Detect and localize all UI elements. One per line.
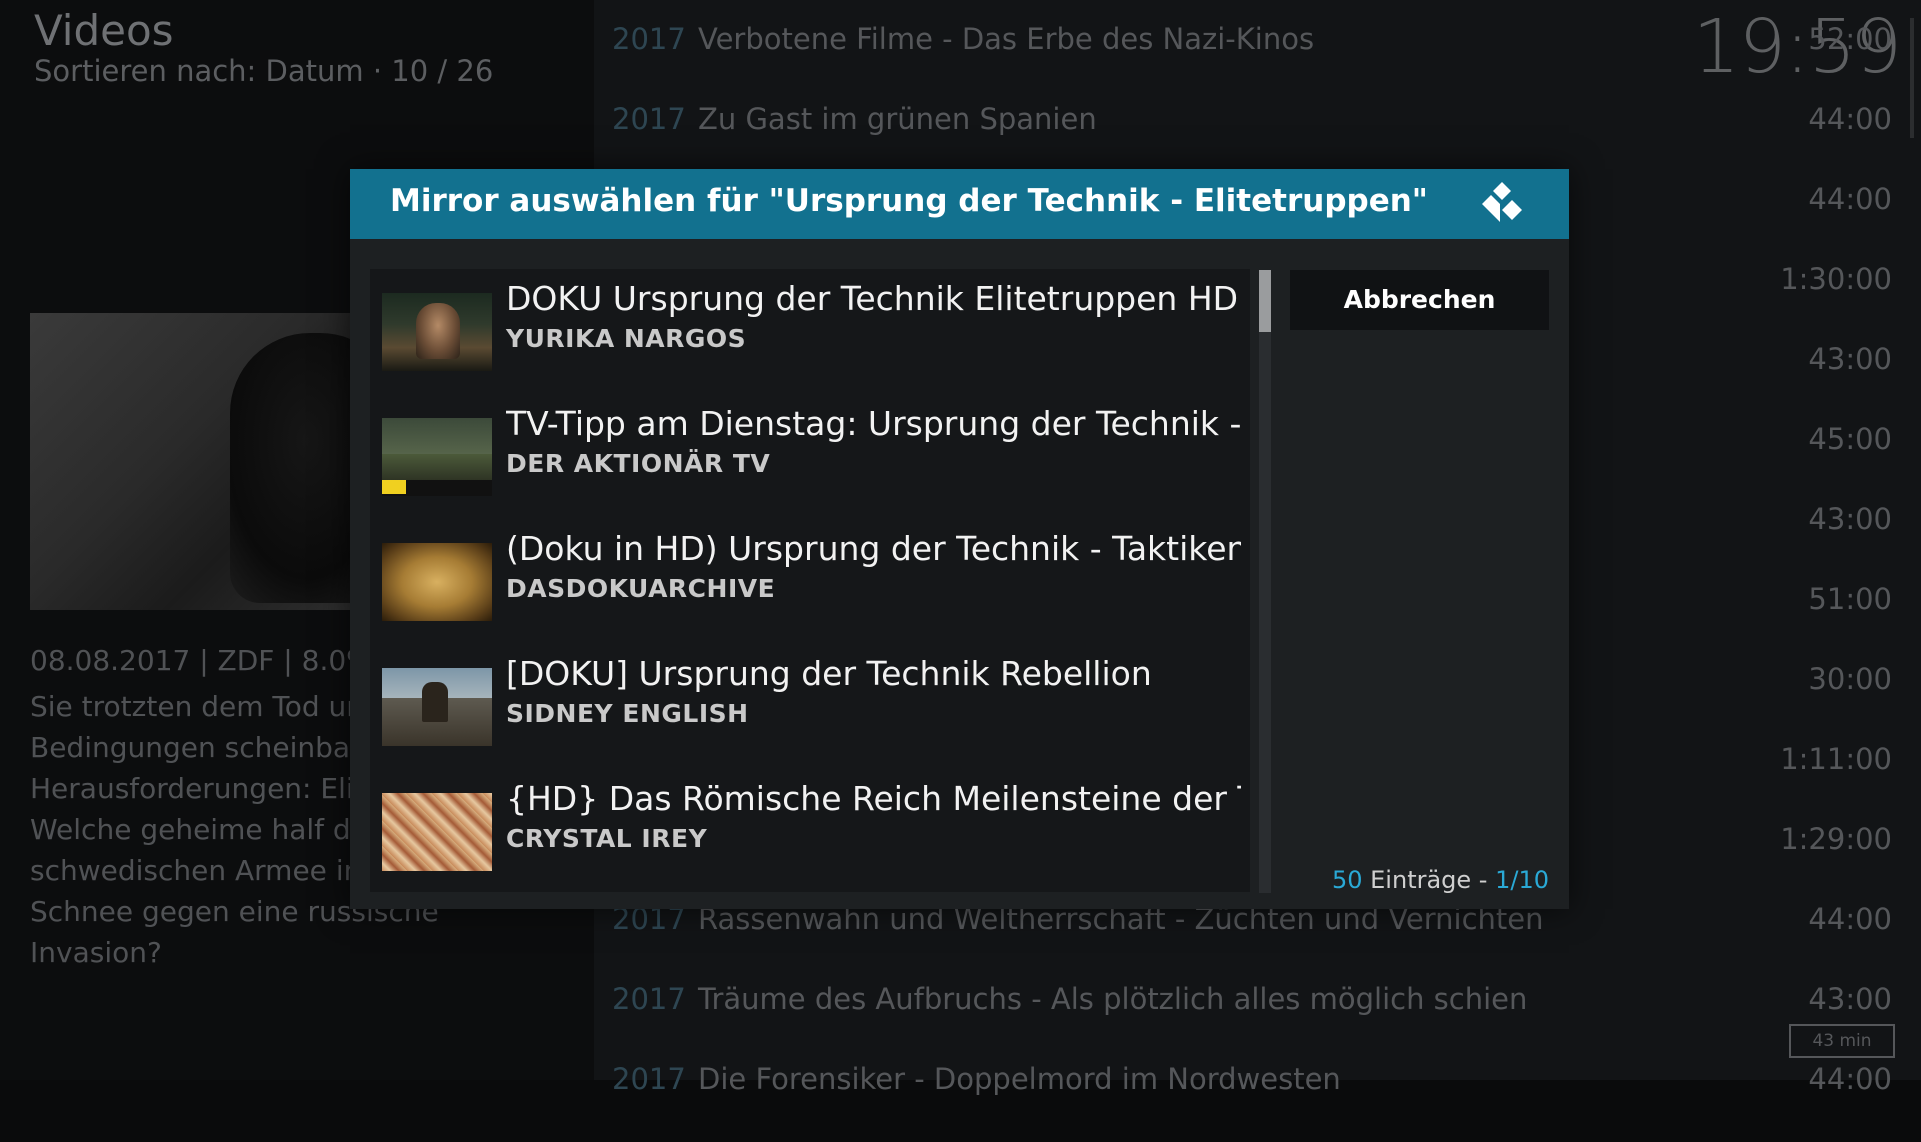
video-duration: 52:00 xyxy=(1808,22,1892,56)
video-year: 2017 xyxy=(612,1062,686,1096)
video-duration: 44:00 xyxy=(1808,182,1892,216)
mirror-channel: DER AKTIONÄR TV xyxy=(506,449,771,478)
mirror-title: [DOKU] Ursprung der Technik Rebellion xyxy=(506,654,1152,693)
video-duration: 1:11:00 xyxy=(1780,742,1892,776)
mirror-title: DOKU Ursprung der Technik Elitetruppen H… xyxy=(506,279,1239,318)
video-duration: 44:00 xyxy=(1808,902,1892,936)
page-title: Videos xyxy=(34,6,174,55)
thumbnail-image xyxy=(382,293,492,371)
page-indicator: 1/10 xyxy=(1495,866,1549,894)
list-item[interactable]: DOKU Ursprung der Technik Elitetruppen H… xyxy=(370,269,1250,394)
mirror-list-scrollbar[interactable] xyxy=(1259,270,1271,893)
video-duration: 30:00 xyxy=(1808,662,1892,696)
list-item[interactable]: [DOKU] Ursprung der Technik Rebellion SI… xyxy=(370,644,1250,769)
runtime-badge: 43 min xyxy=(1789,1024,1895,1058)
video-duration: 44:00 xyxy=(1808,1062,1892,1096)
video-list-row[interactable]: 2017 Verbotene Filme - Das Erbe des Nazi-… xyxy=(612,22,1892,102)
list-item[interactable]: {HD} Das Römische Reich Meilensteine der… xyxy=(370,769,1250,892)
video-list-row[interactable]: 2017 Rassenwahn und Weltherrschaft - Züch… xyxy=(612,902,1892,982)
mirror-channel: CRYSTAL IREY xyxy=(506,824,708,853)
video-year: 2017 xyxy=(612,22,686,56)
video-year: 2017 xyxy=(612,102,686,136)
video-list-row[interactable]: 2017 Die Forensiker - Doppelmord im Nordw… xyxy=(612,1062,1892,1142)
dialog-header: Mirror auswählen für "Ursprung der Techn… xyxy=(350,169,1569,239)
list-item[interactable]: (Doku in HD) Ursprung der Technik - Takt… xyxy=(370,519,1250,644)
thumbnail-image xyxy=(382,543,492,621)
entry-count-label: Einträge - xyxy=(1362,866,1496,894)
video-duration: 1:29:00 xyxy=(1780,822,1892,856)
kodi-logo-icon xyxy=(1482,182,1522,222)
mirror-channel: DASDOKUARCHIVE xyxy=(506,574,776,603)
mirror-list: DOKU Ursprung der Technik Elitetruppen H… xyxy=(370,269,1250,892)
video-duration: 51:00 xyxy=(1808,582,1892,616)
video-title: Träume des Aufbruchs - Als plötzlich all… xyxy=(698,982,1528,1016)
video-year: 2017 xyxy=(612,982,686,1016)
mirror-channel: YURIKA NARGOS xyxy=(506,324,747,353)
mirror-channel: SIDNEY ENGLISH xyxy=(506,699,749,728)
entry-count: 50 Einträge - 1/10 xyxy=(1332,866,1549,894)
thumbnail-image xyxy=(382,668,492,746)
sort-info: Sortieren nach: Datum · 10 / 26 xyxy=(34,54,494,88)
video-list-scrollbar[interactable] xyxy=(1910,18,1914,138)
fanart-image xyxy=(30,313,350,610)
video-title: Die Forensiker - Doppelmord im Nordweste… xyxy=(698,1062,1341,1096)
cancel-button[interactable]: Abbrechen xyxy=(1290,270,1549,330)
video-duration: 43:00 xyxy=(1808,982,1892,1016)
video-duration: 45:00 xyxy=(1808,422,1892,456)
thumbnail-image xyxy=(382,418,492,496)
video-duration: 1:30:00 xyxy=(1780,262,1892,296)
entry-count-total: 50 xyxy=(1331,866,1363,894)
list-item[interactable]: TV-Tipp am Dienstag: Ursprung der Techni… xyxy=(370,394,1250,519)
dialog-title: Mirror auswählen für "Ursprung der Techn… xyxy=(390,183,1428,219)
mirror-select-dialog: Mirror auswählen für "Ursprung der Techn… xyxy=(350,169,1569,909)
video-meta: 08.08.2017 | ZDF | 8.0% xyxy=(30,644,373,677)
mirror-title: TV-Tipp am Dienstag: Ursprung der Techni… xyxy=(506,404,1241,443)
video-duration: 44:00 xyxy=(1808,102,1892,136)
mirror-title: (Doku in HD) Ursprung der Technik - Takt… xyxy=(506,529,1241,568)
mirror-title: {HD} Das Römische Reich Meilensteine der… xyxy=(506,779,1241,818)
video-title: Verbotene Filme - Das Erbe des Nazi-Kino… xyxy=(698,22,1315,56)
scrollbar-thumb[interactable] xyxy=(1259,270,1271,332)
thumbnail-image xyxy=(382,793,492,871)
video-duration: 43:00 xyxy=(1808,342,1892,376)
video-duration: 43:00 xyxy=(1808,502,1892,536)
video-list-row[interactable]: 2017 Träume des Aufbruchs - Als plötzlich… xyxy=(612,982,1892,1062)
video-title: Zu Gast im grünen Spanien xyxy=(698,102,1097,136)
